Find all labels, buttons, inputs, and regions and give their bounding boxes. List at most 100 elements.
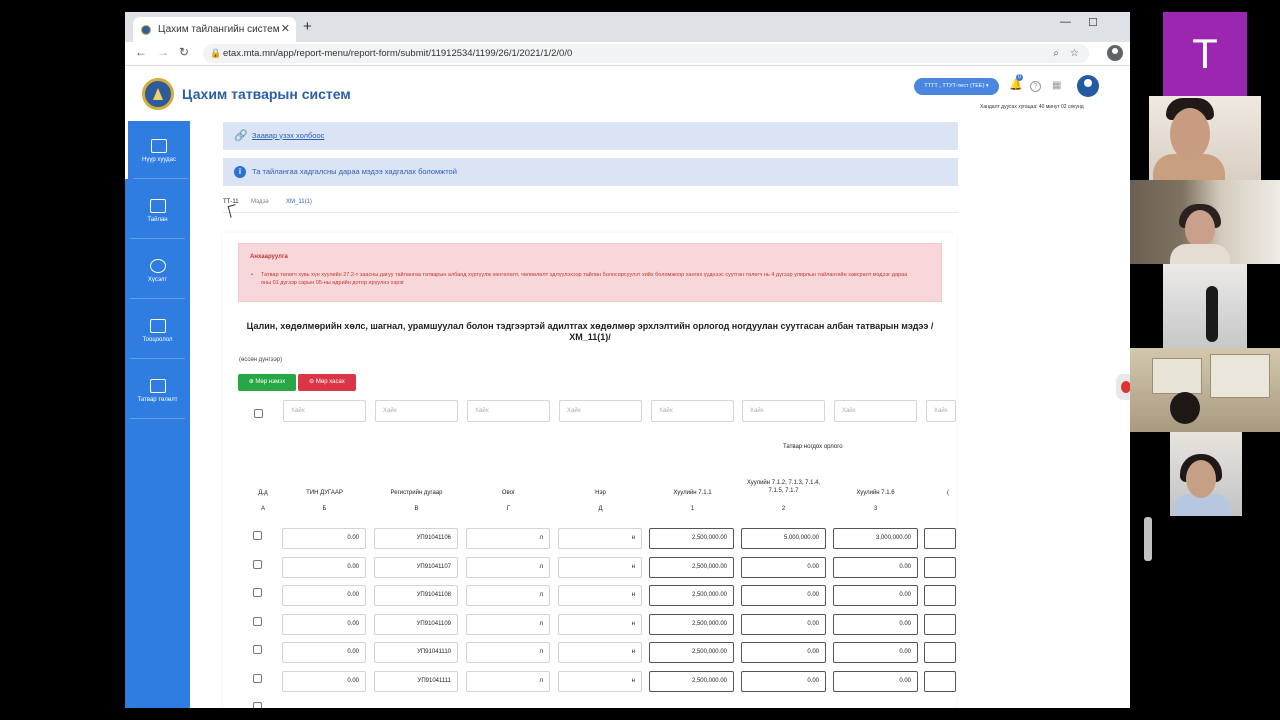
col-code: Б [322,506,327,512]
sidebar-item-calculation[interactable]: Тооцоолол [125,301,190,359]
row-checkbox[interactable] [253,674,262,683]
amount-cell-3[interactable]: 0.00 [833,557,918,578]
back-icon[interactable]: ← [135,45,147,59]
amount-cell-2[interactable]: 0.00 [741,557,826,578]
row-checkbox[interactable] [253,702,262,708]
tin-cell[interactable]: 0.00 [282,614,366,635]
tin-cell[interactable]: 0.00 [282,585,366,606]
instruction-link[interactable]: Заавар үзэх холбоос [252,131,324,140]
name-cell[interactable]: н [558,557,642,578]
register-cell[interactable]: УП91041110 [374,642,458,663]
alert-text: Татвар төлөгч хувь хүн хуулийн 27.2-т за… [251,271,911,287]
amount-cell-2[interactable]: 0.00 [741,585,826,606]
amount-cell-4[interactable] [924,671,956,692]
amount-cell-2[interactable]: 5,000,000.00 [741,528,826,549]
tin-cell[interactable]: 0.00 [282,642,366,663]
url-field[interactable]: 🔒 etax.mta.mn/app/report-menu/report-for… [203,44,1089,63]
amount-cell-2[interactable]: 0.00 [741,642,826,663]
close-tab-icon[interactable]: ✕ [281,22,290,35]
tin-cell[interactable]: 0.00 [282,528,366,549]
user-org-dropdown[interactable]: ТТТТ , ТТУТ-тест (ТЕЕ) ▾ [914,78,999,95]
name-cell[interactable]: н [558,585,642,606]
amount-cell-2[interactable]: 0.00 [741,614,826,635]
name-cell[interactable]: н [558,614,642,635]
tin-cell[interactable]: 0.00 [282,557,366,578]
search-input[interactable]: Хайх [651,400,734,422]
row-checkbox[interactable] [253,531,262,540]
amount-cell-2[interactable]: 0.00 [741,671,826,692]
video-tile [1130,96,1280,180]
calculator-icon [149,319,166,333]
name-cell[interactable]: н [558,642,642,663]
amount-cell-4[interactable] [924,614,956,635]
amount-cell-4[interactable] [924,557,956,578]
row-checkbox[interactable] [253,617,262,626]
help-icon[interactable]: ? [1030,81,1041,92]
amount-cell-4[interactable] [924,642,956,663]
search-input[interactable]: Хайх [467,400,550,422]
pdf-tool-icon[interactable] [1116,374,1131,400]
amount-cell-1[interactable]: 2,500,000.00 [649,614,734,635]
surname-cell[interactable]: л [466,671,550,692]
search-input[interactable]: Хайх [375,400,458,422]
amount-cell-4[interactable] [924,528,956,549]
register-cell[interactable]: УП91041109 [374,614,458,635]
add-row-button[interactable]: ⊕ Мөр нэмэх [238,374,296,391]
amount-cell-4[interactable] [924,585,956,606]
site-title: Цахим татварын систем [182,86,351,102]
tab-medee[interactable]: Мэдээ [251,199,269,205]
zoom-icon[interactable]: ⌕ [1053,44,1059,63]
tin-cell[interactable]: 0.00 [282,671,366,692]
amount-cell-3[interactable]: 0.00 [833,642,918,663]
amount-cell-1[interactable]: 2,500,000.00 [649,585,734,606]
surname-cell[interactable]: л [466,642,550,663]
amount-cell-3[interactable]: 0.00 [833,671,918,692]
surname-cell[interactable]: л [466,528,550,549]
amount-cell-1[interactable]: 2,500,000.00 [649,557,734,578]
scrollbar-thumb[interactable] [1144,517,1152,561]
reload-icon[interactable]: ↻ [179,45,189,59]
browser-tab[interactable]: Цахим тайлангийн систем ✕ [133,17,296,42]
sidebar-item-payment[interactable]: Татвар төлөлт [125,361,190,419]
apps-grid-icon[interactable]: ▦ [1052,80,1061,91]
amount-cell-3[interactable]: 0.00 [833,585,918,606]
browser-profile-icon[interactable] [1107,45,1123,61]
register-cell[interactable]: УП91041111 [374,671,458,692]
name-cell[interactable]: н [558,671,642,692]
select-all-checkbox[interactable] [254,409,263,418]
sidebar-item-home[interactable]: Нүүр хуудас [125,121,190,179]
sidebar-item-request[interactable]: Хүсэлт [125,241,190,299]
surname-cell[interactable]: л [466,585,550,606]
amount-cell-1[interactable]: 2,500,000.00 [649,671,734,692]
row-checkbox[interactable] [253,645,262,654]
search-input[interactable]: Хайх [283,400,366,422]
tab-tt11[interactable]: ТТ-11 [223,199,239,205]
register-cell[interactable]: УП91041108 [374,585,458,606]
search-input[interactable]: Хайх [834,400,917,422]
new-tab-icon[interactable]: + [303,18,312,35]
amount-cell-1[interactable]: 2,500,000.00 [649,642,734,663]
minimize-icon[interactable]: — [1060,16,1071,28]
name-cell[interactable]: н [558,528,642,549]
star-icon[interactable]: ☆ [1070,44,1079,63]
register-cell[interactable]: УП91041106 [374,528,458,549]
forward-icon[interactable]: → [157,45,169,59]
lock-icon: 🔒 [210,48,222,58]
surname-cell[interactable]: л [466,557,550,578]
amount-cell-1[interactable]: 2,500,000.00 [649,528,734,549]
sidebar-item-report[interactable]: Тайлан [125,181,190,239]
tab-hm11[interactable]: ХМ_11(1) [286,199,312,205]
search-input[interactable]: Хайх [926,400,956,422]
search-input[interactable]: Хайх [559,400,642,422]
row-checkbox[interactable] [253,560,262,569]
register-cell[interactable]: УП91041107 [374,557,458,578]
amount-cell-3[interactable]: 3,000,000.00 [833,528,918,549]
avatar[interactable] [1077,75,1099,97]
amount-cell-3[interactable]: 0.00 [833,614,918,635]
surname-cell[interactable]: л [466,614,550,635]
delete-row-button[interactable]: ⊖ Мөр хасах [298,374,356,391]
row-checkbox[interactable] [253,588,262,597]
search-input[interactable]: Хайх [742,400,825,422]
chat-icon [149,259,166,273]
maximize-icon[interactable]: ☐ [1088,16,1098,29]
